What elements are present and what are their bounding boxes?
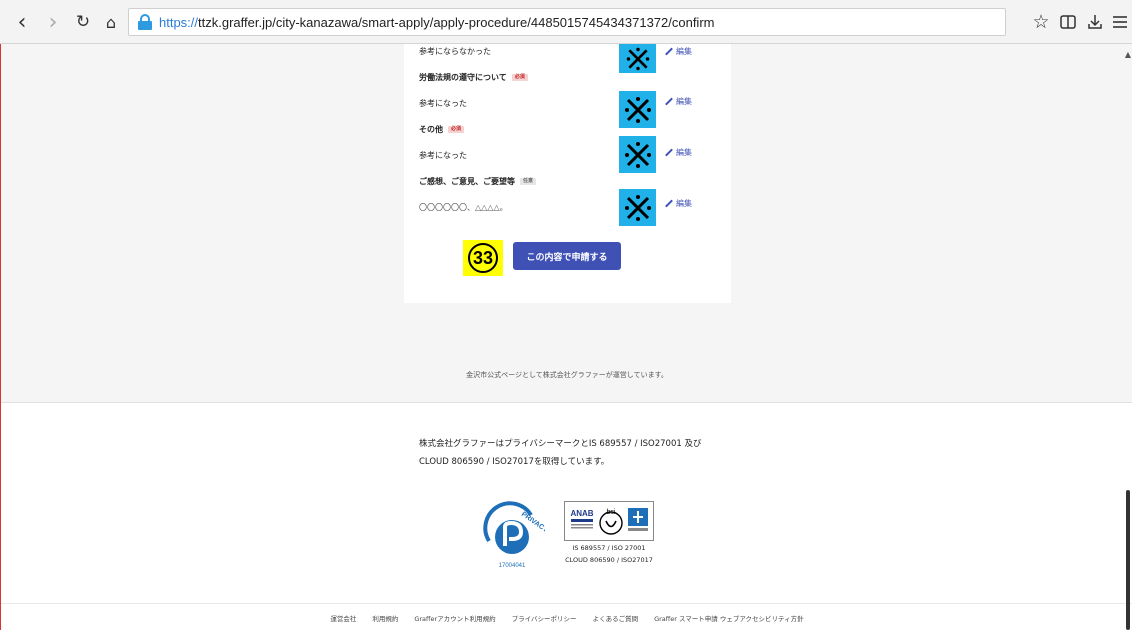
url-scheme: https:// [159, 14, 199, 30]
pencil-icon [665, 48, 673, 56]
footer-link-company[interactable]: 運営会社 [330, 613, 356, 623]
edit-link-label: 編集 [676, 148, 692, 157]
edit-link-label: 編集 [676, 97, 692, 106]
site-footer: 株式会社グラファーはプライバシーマークとIS 689557 / ISO27001… [1, 402, 1132, 630]
question-label-text: ご感想、ご意見、ご要望等 [419, 177, 515, 186]
iso-cert-logo: ANAB bsi [564, 501, 654, 541]
browser-toolbar: ‹ › ↻ ⌂ https://ttzk.graffer.jp/city-kan… [0, 0, 1132, 44]
anab-logo: ANAB [571, 509, 594, 529]
footer-link-faq[interactable]: よくあるご質問 [593, 613, 639, 623]
reload-icon[interactable]: ↻ [71, 10, 95, 34]
answer-value: 〇〇〇〇〇〇、△△△△。 [419, 203, 508, 212]
scroll-up-icon[interactable]: ▲ [1125, 50, 1131, 59]
footer-link-accessibility[interactable]: Graffer スマート申請 ウェブアクセシビリティ方針 [654, 613, 804, 623]
bookmark-star-icon[interactable]: ☆ [1029, 10, 1053, 34]
step-number-badge: 33 [463, 240, 503, 276]
edit-link[interactable]: 編集 [665, 96, 692, 107]
confirm-card: 参考にならなかった 労働法規の遵守について 必須 参考になった その他 必須 参考に… [404, 44, 731, 303]
page-viewport: 参考にならなかった 労働法規の遵守について 必須 参考になった その他 必須 参考に… [0, 44, 1132, 630]
x-mark-icon [619, 189, 656, 226]
required-badge: 必須 [511, 74, 528, 81]
question-label: ご感想、ご意見、ご要望等 任意 [419, 176, 537, 187]
lock-icon [137, 14, 153, 30]
menu-icon[interactable] [1108, 10, 1132, 34]
forward-icon[interactable]: › [41, 10, 65, 35]
footer-link-terms[interactable]: 利用規約 [372, 613, 398, 623]
edit-link[interactable]: 編集 [665, 198, 692, 209]
privacy-mark-number: 17004041 [499, 563, 526, 569]
question-label: 労働法規の遵守について 必須 [419, 72, 528, 83]
answer-value: 参考になった [419, 151, 467, 160]
reading-view-icon[interactable] [1056, 10, 1080, 34]
submit-application-button[interactable]: この内容で申請する [513, 242, 621, 270]
certification-line: CLOUD 806590 / ISO27017を取得しています。 [419, 457, 610, 467]
scroll-thumb[interactable] [1126, 490, 1130, 630]
privacy-mark-logo: PRIVACY 17004041 [479, 501, 549, 571]
iso-caption: CLOUD 806590 / ISO27017 [565, 556, 653, 564]
pencil-icon [665, 98, 673, 106]
anab-text: ANAB [571, 509, 594, 518]
operated-note: 金沢市公式ページとして株式会社グラファーが運営しています。 [466, 371, 668, 379]
back-icon[interactable]: ‹ [10, 10, 34, 35]
edit-link[interactable]: 編集 [665, 147, 692, 158]
step-number: 33 [468, 243, 498, 273]
required-badge: 必須 [448, 126, 465, 133]
answer-value: 参考になった [419, 99, 467, 108]
footer-links: 運営会社 利用規約 Grafferアカウント利用規約 プライバシーポリシー よく… [1, 603, 1132, 630]
url-path: ttzk.graffer.jp/city-kanazawa/smart-appl… [198, 14, 715, 30]
jipdec-logo [627, 508, 648, 531]
pencil-icon [665, 200, 673, 208]
x-mark-icon [619, 44, 656, 73]
optional-badge: 任意 [520, 178, 537, 185]
question-label-text: その他 [419, 125, 443, 134]
answer-value: 参考にならなかった [419, 47, 491, 56]
bsi-logo: bsi [599, 509, 623, 535]
certification-text: 株式会社グラファーはプライバシーマークとIS 689557 / ISO27001… [419, 435, 739, 471]
address-bar[interactable]: https://ttzk.graffer.jp/city-kanazawa/sm… [128, 8, 1006, 36]
edit-link-label: 編集 [676, 47, 692, 56]
certification-line: 株式会社グラファーはプライバシーマークとIS 689557 / ISO27001… [419, 439, 702, 449]
edit-link[interactable]: 編集 [665, 46, 692, 57]
download-icon[interactable] [1083, 10, 1107, 34]
x-mark-icon [619, 91, 656, 128]
home-icon[interactable]: ⌂ [99, 10, 123, 34]
question-label: その他 必須 [419, 124, 465, 135]
x-mark-icon [619, 136, 656, 173]
iso-caption: IS 689557 / ISO 27001 [572, 544, 646, 552]
question-label-text: 労働法規の遵守について [419, 73, 507, 82]
pencil-icon [665, 149, 673, 157]
footer-link-privacy[interactable]: プライバシーポリシー [512, 613, 577, 623]
page-scrollbar[interactable]: ▲ [1122, 44, 1132, 630]
footer-link-account-terms[interactable]: Grafferアカウント利用規約 [414, 613, 495, 623]
edit-link-label: 編集 [676, 199, 692, 208]
bsi-text: bsi [607, 509, 616, 516]
